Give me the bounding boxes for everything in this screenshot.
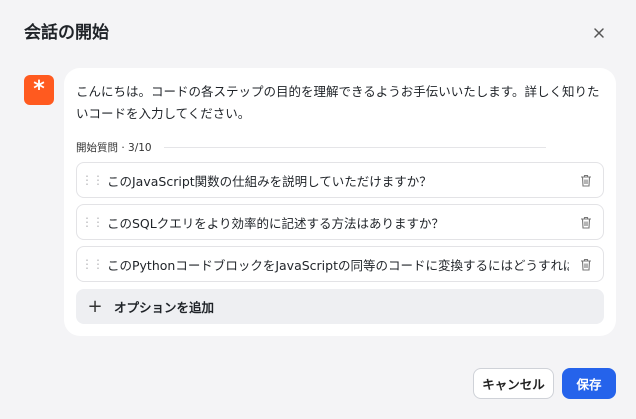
assistant-message: こんにちは。コードの各ステップの目的を理解できるようお手伝いいたします。詳しく知… [76, 84, 600, 121]
start-conversation-dialog: 会話の開始 * こんにちは。コードの各ステップの目的を理解できるようお手伝いいた… [0, 0, 636, 419]
delete-button[interactable] [569, 216, 603, 229]
add-option-button[interactable]: + オプションを追加 [76, 289, 604, 324]
trash-icon [581, 216, 591, 229]
cancel-button[interactable]: キャンセル [473, 368, 554, 399]
starter-option-text[interactable]: このPythonコードブロックをJavaScriptの同等のコードに変換するには… [107, 255, 569, 274]
starters-count-label: 開始質問 · 3/10 [76, 142, 152, 154]
dialog-title: 会話の開始 [24, 23, 109, 43]
starters-header: 開始質問 · 3/10 [76, 140, 546, 155]
plus-icon: + [87, 296, 103, 317]
drag-handle-icon[interactable]: ⋮⋮ [77, 215, 107, 229]
message-card: こんにちは。コードの各ステップの目的を理解できるようお手伝いいたします。詳しく知… [64, 68, 616, 336]
close-button[interactable] [586, 20, 612, 46]
close-icon [594, 28, 604, 38]
add-option-label: オプションを追加 [114, 300, 215, 315]
delete-button[interactable] [569, 174, 603, 187]
trash-icon [581, 174, 591, 187]
save-button[interactable]: 保存 [562, 368, 616, 399]
starter-option[interactable]: ⋮⋮ このSQLクエリをより効率的に記述する方法はありますか？ [76, 204, 604, 240]
delete-button[interactable] [569, 258, 603, 271]
trash-icon [581, 258, 591, 271]
starter-option-text[interactable]: このSQLクエリをより効率的に記述する方法はありますか？ [107, 213, 569, 232]
drag-handle-icon[interactable]: ⋮⋮ [77, 257, 107, 271]
starter-option[interactable]: ⋮⋮ このPythonコードブロックをJavaScriptの同等のコードに変換す… [76, 246, 604, 282]
starter-option[interactable]: ⋮⋮ このJavaScript関数の仕組みを説明していただけますか？ [76, 162, 604, 198]
dialog-header: 会話の開始 [24, 20, 612, 46]
asterisk-icon: * [33, 77, 45, 102]
divider [163, 147, 546, 148]
drag-handle-icon[interactable]: ⋮⋮ [77, 173, 107, 187]
assistant-avatar: * [24, 75, 54, 105]
starter-option-text[interactable]: このJavaScript関数の仕組みを説明していただけますか？ [107, 171, 569, 190]
